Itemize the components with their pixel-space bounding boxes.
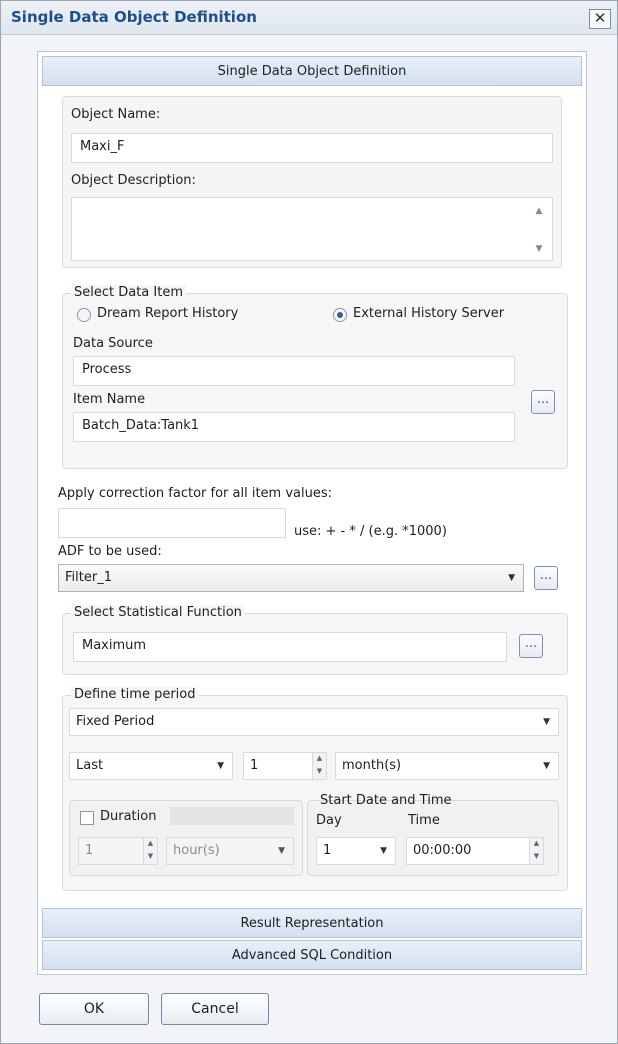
adf-dropdown[interactable]: Filter_1 ▼ [58, 564, 524, 592]
day-dropdown[interactable]: 1 ▼ [316, 837, 396, 865]
object-name-field[interactable]: Maxi_F [71, 133, 553, 163]
item-name-label: Item Name [73, 392, 146, 407]
period-count-value: 1 [250, 758, 259, 773]
duration-header-bar [170, 807, 294, 825]
spin-down-icon[interactable]: ▼ [143, 851, 157, 864]
ok-button[interactable]: OK [39, 993, 149, 1025]
object-panel: Object Name: Maxi_F Object Description: … [62, 96, 562, 268]
period-mode-dropdown[interactable]: Fixed Period ▼ [69, 708, 559, 736]
adf-value: Filter_1 [65, 570, 112, 585]
time-label: Time [408, 813, 440, 828]
period-unit-dropdown[interactable]: month(s) ▼ [335, 752, 559, 780]
time-period-group: Define time period Fixed Period ▼ Last ▼… [62, 687, 568, 891]
duration-value-stepper[interactable]: 1 ▲ ▼ [78, 837, 158, 865]
correction-factor-field[interactable] [58, 508, 286, 538]
chevron-down-icon: ▼ [508, 573, 515, 583]
data-source-field[interactable]: Process [73, 356, 515, 386]
section-header-definition[interactable]: Single Data Object Definition [42, 56, 582, 86]
chevron-down-icon: ▼ [543, 761, 550, 771]
browse-statistical-button[interactable]: ... [519, 634, 543, 658]
browse-item-button[interactable]: ... [531, 390, 555, 414]
radio-external-server[interactable] [333, 308, 347, 322]
spin-down-icon[interactable]: ▼ [312, 766, 326, 779]
section-advanced-label: Advanced SQL Condition [231, 948, 393, 963]
object-name-label: Object Name: [71, 107, 161, 122]
item-name-field[interactable]: Batch_Data:Tank1 [73, 412, 515, 442]
duration-group: Duration 1 ▲ ▼ hour(s) ▼ [69, 800, 303, 876]
section-header-advanced[interactable]: Advanced SQL Condition [42, 940, 582, 970]
statistical-legend: Select Statistical Function [71, 605, 245, 620]
spin-up-icon[interactable]: ▲ [312, 753, 326, 766]
radio-external-server-label[interactable]: External History Server [353, 306, 504, 321]
relative-dropdown[interactable]: Last ▼ [69, 752, 233, 780]
duration-checkbox[interactable] [80, 811, 94, 825]
chevron-down-icon: ▼ [380, 846, 387, 856]
scroll-up-icon[interactable]: ▲ [532, 206, 546, 218]
radio-dream-report[interactable] [77, 308, 91, 322]
spin-up-icon[interactable]: ▲ [529, 838, 543, 851]
scroll-down-icon[interactable]: ▼ [532, 244, 546, 256]
chevron-down-icon: ▼ [278, 846, 285, 856]
relative-value: Last [76, 758, 104, 773]
statistical-group: Select Statistical Function Maximum ... [62, 605, 568, 675]
period-count-stepper[interactable]: 1 ▲ ▼ [243, 752, 327, 780]
radio-dream-report-label[interactable]: Dream Report History [97, 306, 238, 321]
window-title: Single Data Object Definition [11, 8, 257, 26]
dialog-window: Single Data Object Definition ✕ Single D… [0, 0, 618, 1044]
adf-label: ADF to be used: [58, 544, 162, 559]
spin-up-icon[interactable]: ▲ [143, 838, 157, 851]
title-bar[interactable]: Single Data Object Definition ✕ [1, 1, 617, 35]
data-item-group: Select Data Item Dream Report History Ex… [62, 285, 568, 469]
browse-adf-button[interactable]: ... [534, 566, 558, 590]
statistical-function-field[interactable]: Maximum [73, 632, 507, 662]
section-header-label: Single Data Object Definition [217, 64, 407, 79]
chevron-down-icon: ▼ [543, 717, 550, 727]
chevron-down-icon: ▼ [217, 761, 224, 771]
cancel-button[interactable]: Cancel [161, 993, 269, 1025]
day-label: Day [316, 813, 342, 828]
correction-factor-label: Apply correction factor for all item val… [58, 486, 333, 501]
time-stepper[interactable]: 00:00:00 ▲ ▼ [406, 837, 544, 865]
dialog-content: Single Data Object Definition Object Nam… [37, 51, 587, 975]
section-header-result[interactable]: Result Representation [42, 908, 582, 938]
start-datetime-group: Start Date and Time Day Time 1 ▼ 00:00:0… [307, 793, 559, 876]
duration-unit-dropdown[interactable]: hour(s) ▼ [166, 837, 294, 865]
object-description-field[interactable]: ▲ ▼ [71, 197, 553, 261]
object-description-label: Object Description: [71, 173, 196, 188]
period-unit-value: month(s) [342, 758, 402, 773]
duration-unit-value: hour(s) [173, 843, 220, 858]
spin-down-icon[interactable]: ▼ [529, 851, 543, 864]
time-period-legend: Define time period [71, 687, 199, 702]
correction-factor-hint: use: + - * / (e.g. *1000) [294, 524, 447, 539]
period-mode-value: Fixed Period [76, 714, 155, 729]
close-icon: ✕ [593, 9, 607, 27]
data-source-label: Data Source [73, 336, 153, 351]
section-result-label: Result Representation [240, 916, 384, 931]
day-value: 1 [323, 843, 332, 858]
start-datetime-legend: Start Date and Time [320, 793, 452, 808]
close-button[interactable]: ✕ [589, 9, 611, 29]
time-value: 00:00:00 [413, 843, 472, 858]
duration-value: 1 [85, 843, 94, 858]
duration-label[interactable]: Duration [100, 809, 156, 824]
data-item-legend: Select Data Item [71, 285, 187, 300]
